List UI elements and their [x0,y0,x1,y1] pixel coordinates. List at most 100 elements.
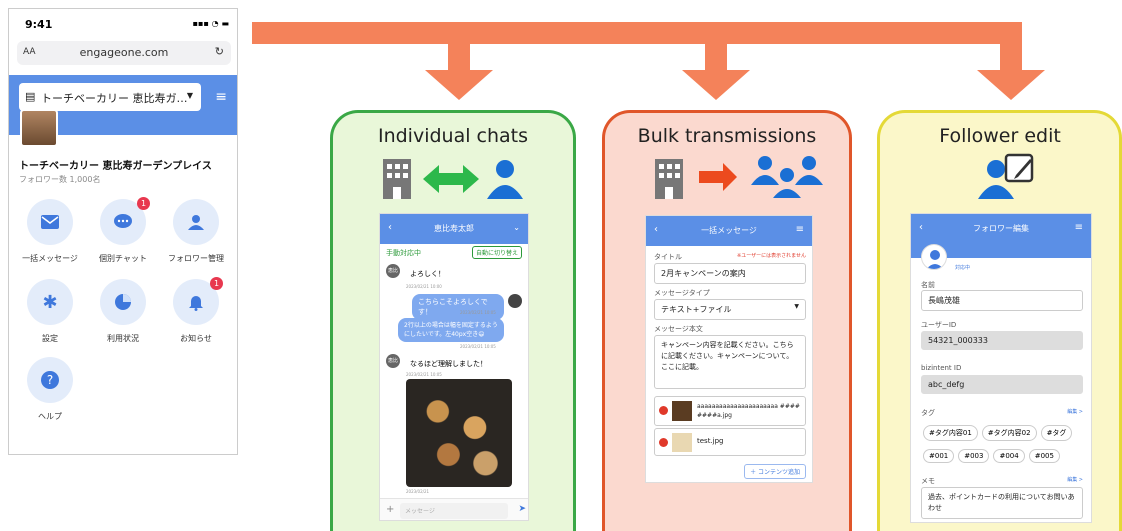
menu-label: ヘルプ [38,412,62,421]
store-name: トーチベーカリー 恵比寿ガーデンプレイス [19,161,212,172]
follower-count: フォロワー数 1,000名 [19,175,101,184]
message-received: なるほど理解しました！ [404,356,493,372]
file-thumbnail [672,401,692,421]
tag-chip[interactable]: #タグ内容01 [923,425,978,441]
chat-screen: 恵比寿太郎 ‹ ⌄ 手動対応中 自動に切り替え 恵比 よろしく！ 2023/02… [379,213,529,521]
tag-chip[interactable]: #004 [993,449,1025,463]
remove-icon[interactable] [659,438,668,447]
message-time: 2023/02/21 10:05 [460,344,496,349]
message-received: よろしく！ [404,266,451,282]
file-row: aaaaaaaaaaaaaaaaaaaaaa ########a.jpg [654,396,806,426]
body-label: メッセージ本文 [654,325,703,333]
memo-textarea[interactable]: 過去、ポイントカードの利用についてお問いあわせ [921,487,1083,519]
title-input[interactable]: 2月キャンペーンの案内 [654,263,806,284]
panel-title: Bulk transmissions [637,125,817,147]
bizintent-label: bizintent ID [921,364,962,372]
menu-settings[interactable]: ✱ 設定 [15,279,85,344]
panel-bulk-transmissions: Bulk transmissions 一括メッセージ ‹ ≡ タイトル ※ユーザ… [602,110,852,531]
panel-title: Follower edit [939,125,1061,147]
avatar: 恵比 [386,354,400,368]
tag-chip[interactable]: #003 [958,449,990,463]
message-sent: 2行以上の場合は幅を固定するようにしたいです。左40px空き😄 [398,318,504,342]
send-icon[interactable]: ➤ [518,504,526,514]
hamburger-icon[interactable]: ≡ [1075,222,1083,233]
uid-field: 54321_000333 [921,331,1083,350]
reload-icon[interactable]: ↻ [215,45,224,58]
warning-note: ※ユーザーには表示されません [737,253,806,259]
panel-title: Individual chats [377,125,529,147]
bulk-header-title: 一括メッセージ [701,226,757,235]
chat-header-title: 恵比寿太郎 [434,224,474,233]
phone-mockup: 9:41 ▪▪▪ ◔ ▬ AA engageone.com ↻ ▤ トーチベーカ… [8,8,238,455]
chevron-down-icon: ▼ [186,91,193,100]
file-name: aaaaaaaaaaaaaaaaaaaaaa ########a.jpg [697,403,800,419]
avatar [921,244,947,270]
tag-chip[interactable]: #タグ内容02 [981,425,1037,441]
notification-badge: 1 [210,277,223,290]
status-badge: 対応中 [955,265,971,271]
back-icon[interactable]: ‹ [388,222,392,233]
clock: 9:41 [25,18,53,31]
remove-icon[interactable] [659,406,668,415]
url-text: engageone.com [79,46,169,59]
message-sent: こちらこそよろしくです！ [412,294,504,320]
signal-icon: ▪▪▪ ◔ ▬ [192,19,229,28]
edit-memo-link[interactable]: 編集 > [1067,476,1083,483]
store-avatar [20,109,58,147]
message-time: 2023/02/21 10:05 [460,310,496,315]
name-input[interactable]: 長嶋茂雄 [921,290,1083,311]
menu-label: お知らせ [180,334,212,343]
notification-badge: 1 [137,197,150,210]
tag-chip[interactable]: #001 [923,449,955,463]
menu-follower-manage[interactable]: フォロワー管理 [161,199,231,264]
store-icon: ▤ [25,90,36,103]
tag-chip[interactable]: #タグ [1040,425,1073,441]
tag-label: タグ [921,409,935,417]
menu-notifications[interactable]: 1 お知らせ [161,277,231,344]
message-time: 2023/02/21 10:05 [406,372,442,377]
menu-help[interactable]: ? ヘルプ [15,357,85,422]
type-select-value: テキスト+ファイル [661,305,732,314]
store-select[interactable]: ▤ トーチベーカリー 恵比寿ガ… ▼ [19,83,201,111]
plus-icon[interactable]: + [386,504,394,515]
status-bar: 9:41 ▪▪▪ ◔ ▬ [9,9,237,39]
file-name: test.jpg [697,437,724,445]
pie-chart-icon [100,279,146,325]
store-select-value: トーチベーカリー 恵比寿ガ… [41,92,188,105]
back-icon[interactable]: ‹ [919,222,923,233]
pastry-photo[interactable] [406,379,512,487]
hamburger-icon[interactable]: ≡ [796,224,804,235]
menu-label: フォロワー管理 [168,254,224,263]
message-input[interactable]: メッセージ [400,503,508,519]
chevron-down-icon[interactable]: ⌄ [513,223,520,232]
edit-tags-link[interactable]: 編集 > [1067,408,1083,415]
tag-chip[interactable]: #005 [1028,449,1060,463]
building-to-user-icon [383,159,523,199]
hamburger-icon[interactable]: ≡ [215,89,227,105]
chat-input-bar: + メッセージ ➤ [380,498,528,520]
menu-label: 個別チャット [99,254,147,263]
menu-bulk-message[interactable]: 一括メッセージ [15,199,85,264]
uid-label: ユーザーID [921,321,957,329]
switch-auto-button[interactable]: 自動に切り替え [471,246,522,259]
user-edit-icon [978,153,1034,199]
body-textarea[interactable]: キャンペーン内容を記載ください。こちらに記載ください。キャンペーンについて。ここ… [654,335,806,389]
file-row: test.jpg [654,428,806,456]
menu-label: 利用状況 [107,334,139,343]
type-label: メッセージタイプ [654,289,710,297]
building-to-users-icon [655,156,823,200]
chat-header: 恵比寿太郎 [380,214,528,244]
menu-usage[interactable]: 利用状況 [88,279,158,344]
type-select[interactable]: テキスト+ファイル ▼ [654,299,806,320]
svg-text:?: ? [47,373,53,387]
back-icon[interactable]: ‹ [654,224,658,235]
add-content-button[interactable]: ＋ コンテンツ追加 [744,464,806,479]
menu-individual-chat[interactable]: 1 個別チャット [88,197,158,264]
follower-header-title: フォロワー編集 [973,224,1029,233]
memo-label: メモ [921,477,935,485]
chevron-down-icon: ▼ [794,303,799,310]
address-bar[interactable]: AA engageone.com ↻ [17,41,231,65]
avatar [508,294,522,308]
menu-label: 設定 [42,334,58,343]
follower-edit-screen: フォロワー編集 ‹ ≡ 対応中 名前 長嶋茂雄 ユーザーID 54321_000… [910,213,1092,523]
